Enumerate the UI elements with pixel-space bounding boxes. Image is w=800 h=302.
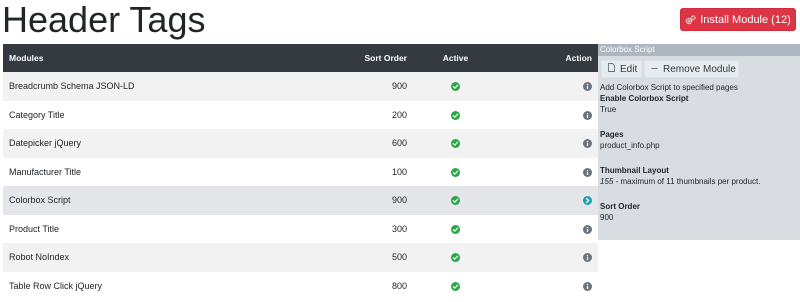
info-icon[interactable]: [583, 81, 592, 92]
field-enable: Enable Colorbox Script True: [600, 93, 798, 115]
field-label-enable: Enable Colorbox Script: [600, 94, 689, 103]
table-row[interactable]: Table Row Click jQuery 800: [3, 271, 598, 301]
action-cell: [498, 158, 598, 187]
info-icon[interactable]: [583, 281, 592, 291]
check-circle-icon: [451, 224, 460, 234]
module-name: Product Title: [9, 223, 60, 234]
check-circle-icon: [451, 81, 460, 92]
module-name: Manufacturer Title: [9, 166, 82, 177]
action-cell: [498, 272, 598, 301]
arrow-right-icon[interactable]: [583, 195, 592, 206]
module-name: Datepicker jQuery: [9, 138, 82, 149]
active-cell: [413, 215, 498, 244]
header-sort-order[interactable]: Sort Order: [273, 44, 413, 72]
field-value-enable: True: [600, 105, 617, 114]
table-header-row: Modules Sort Order Active Action: [3, 44, 598, 72]
sort-order-value: 100: [391, 166, 407, 177]
action-cell: [498, 72, 598, 101]
module-info-panel: Colorbox Script Edit Remove Module Add C…: [598, 44, 800, 240]
table-body: Breadcrumb Schema JSON-LD 900 Category Tit…: [3, 72, 598, 300]
active-cell: [413, 243, 498, 272]
modules-table: Modules Sort Order Active Action Breadcr…: [3, 44, 598, 300]
info-icon[interactable]: [583, 110, 592, 120]
table-row[interactable]: Category Title 200: [3, 100, 598, 130]
panel-buttons: Edit Remove Module: [601, 60, 800, 78]
active-cell: [413, 72, 498, 101]
install-module-button[interactable]: Install Module (12): [680, 8, 796, 31]
remove-label: Remove Module: [663, 63, 736, 75]
table-row[interactable]: Robot NoIndex 500: [3, 243, 598, 272]
active-cell: [413, 101, 498, 130]
action-cell: [498, 186, 598, 215]
table-row[interactable]: Breadcrumb Schema JSON-LD 900: [3, 72, 598, 101]
field-thumbnail: Thumbnail Layout 155 - maximum of 11 thu…: [600, 165, 798, 187]
field-value-sort-order: 900: [600, 213, 614, 222]
install-module-label: Install Module (12): [700, 13, 791, 26]
sort-order-value: 200: [391, 109, 407, 120]
table-row[interactable]: Datepicker jQuery 600: [3, 129, 598, 158]
thumbnail-count: 155: [600, 177, 614, 186]
check-circle-icon: [451, 281, 460, 291]
sort-order-value: 500: [391, 252, 407, 263]
sort-order-value: 900: [391, 195, 407, 206]
sort-order-value: 800: [391, 280, 407, 291]
check-circle-icon: [451, 167, 460, 177]
header-modules[interactable]: Modules: [3, 44, 273, 72]
sort-order-value: 600: [391, 138, 407, 149]
module-name: Robot NoIndex: [9, 252, 70, 263]
action-cell: [498, 129, 598, 158]
active-cell: [413, 272, 498, 301]
panel-body: Add Colorbox Script to specified pages E…: [598, 78, 800, 223]
action-cell: [498, 243, 598, 272]
table-row[interactable]: Colorbox Script 900: [3, 186, 598, 215]
check-circle-icon: [451, 138, 460, 149]
check-circle-icon: [451, 195, 460, 206]
remove-module-button[interactable]: Remove Module: [644, 60, 739, 78]
field-label-pages: Pages: [600, 130, 624, 139]
field-label-sort-order: Sort Order: [600, 202, 641, 211]
info-icon[interactable]: [583, 138, 592, 149]
module-name: Category Title: [9, 109, 65, 120]
field-sort-order: Sort Order 900: [600, 201, 798, 223]
action-cell: [498, 215, 598, 244]
document-icon: [608, 63, 615, 75]
active-cell: [413, 186, 498, 215]
table-row[interactable]: Manufacturer Title 100: [3, 157, 598, 187]
active-cell: [413, 158, 498, 187]
module-description: Add Colorbox Script to specified pages: [600, 83, 738, 92]
header-active[interactable]: Active: [413, 44, 498, 72]
info-icon[interactable]: [583, 167, 592, 177]
module-name: Breadcrumb Schema JSON-LD: [9, 81, 135, 92]
info-icon[interactable]: [583, 224, 592, 234]
action-cell: [498, 101, 598, 130]
info-icon[interactable]: [583, 252, 592, 263]
edit-button[interactable]: Edit: [601, 60, 642, 78]
header-action: Action: [565, 53, 592, 63]
module-name: Table Row Click jQuery: [9, 280, 103, 291]
sort-order-value: 900: [391, 81, 407, 92]
page-title: Header Tags: [2, 0, 206, 40]
cogs-icon: [685, 14, 696, 25]
module-name: Colorbox Script: [9, 195, 71, 206]
field-value-pages: product_info.php: [600, 141, 660, 150]
table-row[interactable]: Product Title 300: [3, 214, 598, 244]
panel-title: Colorbox Script: [598, 44, 800, 56]
field-pages: Pages product_info.php: [600, 129, 798, 151]
minus-icon: [651, 64, 658, 75]
active-cell: [413, 129, 498, 158]
sort-order-value: 300: [391, 223, 407, 234]
thumbnail-text: - maximum of 11 thumbnails per product.: [613, 177, 761, 186]
check-circle-icon: [451, 110, 460, 120]
edit-label: Edit: [620, 63, 638, 75]
field-label-thumbnail: Thumbnail Layout: [600, 166, 669, 175]
field-value-thumbnail: 155 - maximum of 11 thumbnails per produ…: [600, 176, 798, 187]
check-circle-icon: [451, 252, 460, 263]
